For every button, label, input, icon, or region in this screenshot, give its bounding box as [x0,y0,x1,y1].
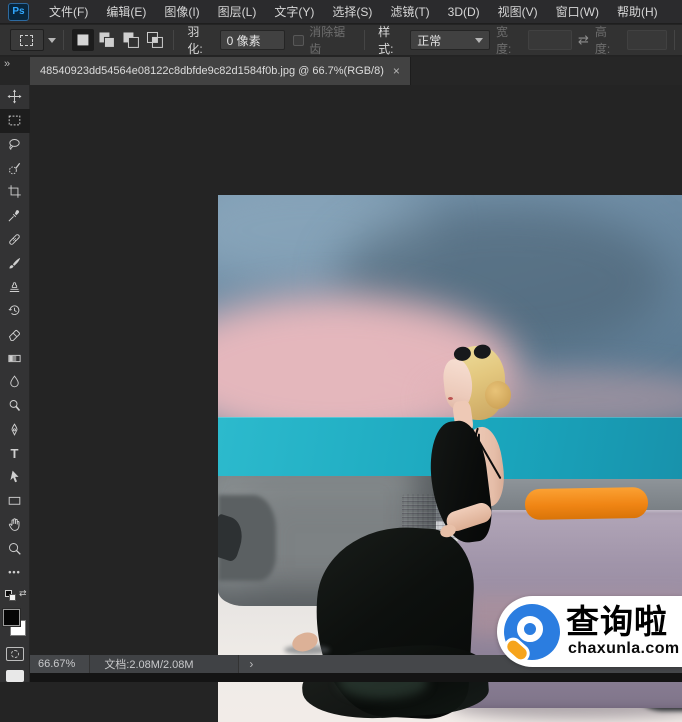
gradient-tool[interactable] [0,346,30,370]
menu-select[interactable]: 选择(S) [323,0,381,24]
menu-3d[interactable]: 3D(D) [439,0,489,24]
screen-mode-button[interactable] [6,670,24,682]
dodge-tool[interactable] [0,394,30,418]
width-label: 宽度: [496,23,523,57]
panel-collapse-chevron-icon[interactable]: » [0,57,30,85]
document-size-info: 文档:2.08M/2.08M [89,655,239,673]
history-brush-tool[interactable] [0,299,30,323]
canvas-pasteboard[interactable] [30,85,682,672]
add-to-selection-button[interactable] [96,29,118,51]
swap-dimensions-icon: ⇄ [578,32,589,48]
height-input [627,30,667,50]
document-tab[interactable]: 48540923dd54564e08122c8dbfde9c82d1584f0b… [30,57,411,85]
zoom-level-field[interactable]: 66.67% [30,658,89,670]
antialias-label: 消除锯齿 [309,23,357,57]
intersect-selection-button[interactable] [144,29,166,51]
photo-lips [448,397,453,400]
spot-healing-brush-tool[interactable] [0,228,30,252]
brush-tool[interactable] [0,251,30,275]
menu-file[interactable]: 文件(F) [40,0,97,24]
lasso-tool[interactable] [0,133,30,157]
hand-tool[interactable] [0,513,30,537]
path-selection-tool[interactable] [0,465,30,489]
eyedropper-tool[interactable] [0,204,30,228]
edit-toolbar-button[interactable]: ••• [0,560,30,584]
divider [173,30,174,50]
tool-options-bar: 羽化: 0 像素 消除锯齿 样式: 正常 宽度: ⇄ 高度: [0,25,682,56]
width-input [528,30,572,50]
window-bottom-edge [30,673,682,682]
crop-tool[interactable] [0,180,30,204]
pen-tool[interactable] [0,418,30,442]
menu-image[interactable]: 图像(I) [155,0,208,24]
height-label: 高度: [595,23,622,57]
document-tab-title: 48540923dd54564e08122c8dbfde9c82d1584f0b… [40,65,384,77]
style-label: 样式: [378,23,405,57]
foreground-color-swatch[interactable] [3,609,20,626]
document-tab-bar: » 48540923dd54564e08122c8dbfde9c82d1584f… [0,57,682,85]
divider [674,30,675,50]
photo-orange-cushion-top [525,487,649,520]
tool-preset-picker[interactable] [10,29,44,51]
clone-stamp-tool[interactable] [0,275,30,299]
chaxunla-watermark: 查询啦 chaxunla.com [497,596,682,667]
rectangle-shape-tool[interactable] [0,489,30,513]
style-select-value: 正常 [417,32,441,49]
divider [63,30,64,50]
swap-colors-icon[interactable]: ⇄ [19,588,27,599]
preset-caret-icon[interactable] [48,38,56,43]
status-options-chevron-icon[interactable]: › [239,657,263,671]
default-swap-colors[interactable]: ⇄ [0,588,30,604]
menu-help[interactable]: 帮助(H) [608,0,667,24]
new-selection-icon [72,29,94,51]
style-caret-icon [475,38,483,43]
photo-hair-bun [485,381,511,409]
feather-label: 羽化: [187,23,214,57]
quick-selection-tool[interactable] [0,156,30,180]
marquee-preset-icon [20,35,33,46]
move-tool[interactable] [0,85,30,109]
zoom-tool[interactable] [0,536,30,560]
menu-filter[interactable]: 滤镜(T) [381,0,438,24]
photoshop-logo: Ps [8,3,29,21]
menu-bar: Ps 文件(F) 编辑(E) 图像(I) 图层(L) 文字(Y) 选择(S) 滤… [0,0,682,24]
tab-close-icon[interactable]: × [393,64,400,78]
tools-panel: T ••• ⇄ [0,85,30,682]
eraser-tool[interactable] [0,323,30,347]
menu-layer[interactable]: 图层(L) [209,0,266,24]
style-select[interactable]: 正常 [410,30,490,50]
blur-tool[interactable] [0,370,30,394]
watermark-title: 查询啦 [566,605,668,640]
color-swatches [0,606,30,640]
divider [364,30,365,50]
add-selection-icon [96,29,118,51]
watermark-domain: chaxunla.com [568,640,680,658]
antialias-checkbox [293,35,304,46]
menu-view[interactable]: 视图(V) [489,0,547,24]
intersect-selection-icon [144,29,166,51]
new-selection-button[interactable] [72,29,94,51]
type-tool[interactable]: T [0,441,30,465]
menu-type[interactable]: 文字(Y) [265,0,323,24]
subtract-selection-icon [120,29,142,51]
rectangular-marquee-tool[interactable] [0,109,30,133]
magnifier-logo-icon [504,604,560,660]
menu-window[interactable]: 窗口(W) [547,0,608,24]
subtract-from-selection-button[interactable] [120,29,142,51]
feather-input[interactable]: 0 像素 [220,30,286,50]
menu-edit[interactable]: 编辑(E) [97,0,155,24]
quick-mask-button[interactable] [6,647,24,661]
